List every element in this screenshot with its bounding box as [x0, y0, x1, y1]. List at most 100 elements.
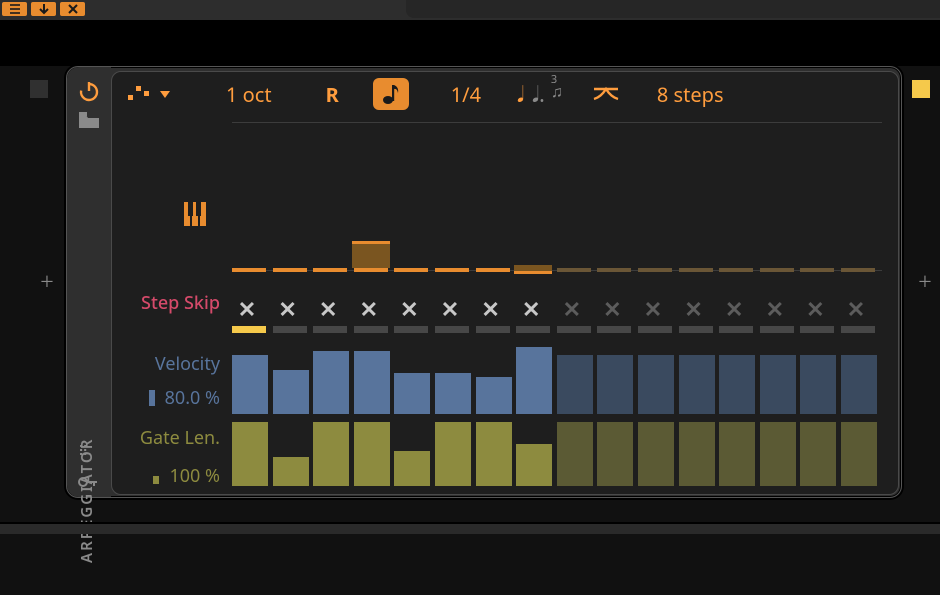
- gate-bar[interactable]: [476, 422, 512, 486]
- gate-label: Gate Len.: [112, 426, 220, 450]
- step-skip-toggle[interactable]: ✕: [559, 296, 585, 322]
- step-skip-toggle[interactable]: ✕: [762, 296, 788, 322]
- gate-bar[interactable]: [394, 451, 430, 486]
- gate-bar[interactable]: [719, 422, 755, 486]
- step-position-segment: [232, 326, 266, 333]
- pitch-step[interactable]: [557, 268, 591, 272]
- arpeggiator-device: ARPEGGIATOR ⠿ 1 oct R 1/4 𝅘: [66, 66, 902, 498]
- velocity-bar[interactable]: [557, 355, 593, 414]
- gate-lane[interactable]: [232, 420, 882, 486]
- velocity-bar[interactable]: [435, 373, 471, 414]
- timing-triplet-icon[interactable]: 3 ♫: [551, 72, 563, 116]
- gate-bar[interactable]: [841, 422, 877, 486]
- add-device-before[interactable]: +: [36, 270, 58, 292]
- lane-labels: Step Skip Velocity 80.0 % Gate Len. 100 …: [112, 72, 222, 494]
- arrow-down-icon-button[interactable]: [31, 2, 56, 16]
- step-skip-toggle[interactable]: ✕: [437, 296, 463, 322]
- velocity-value[interactable]: 80.0 %: [112, 386, 220, 410]
- step-skip-toggle[interactable]: ✕: [843, 296, 869, 322]
- step-skip-toggle[interactable]: ✕: [721, 296, 747, 322]
- pitch-step[interactable]: [354, 268, 388, 272]
- step-position-segment: [394, 326, 428, 333]
- pitch-step[interactable]: [435, 268, 469, 272]
- step-skip-lane[interactable]: ✕ ✕ ✕ ✕ ✕ ✕ ✕ ✕ ✕ ✕ ✕ ✕ ✕ ✕ ✕ ✕: [232, 290, 882, 334]
- step-skip-toggle[interactable]: ✕: [234, 296, 260, 322]
- power-icon[interactable]: [77, 79, 101, 103]
- timing-straight-icon[interactable]: 𝅘𝅥: [517, 79, 524, 109]
- velocity-bar[interactable]: [476, 377, 512, 414]
- gate-bar[interactable]: [760, 422, 796, 486]
- gate-bar[interactable]: [679, 422, 715, 486]
- remote-icon[interactable]: [78, 475, 98, 489]
- velocity-bar[interactable]: [232, 355, 268, 414]
- velocity-bar[interactable]: [516, 347, 552, 414]
- gate-bar[interactable]: [557, 422, 593, 486]
- timing-dotted-icon[interactable]: 𝅘𝅥.: [532, 79, 545, 109]
- velocity-bar[interactable]: [313, 351, 349, 414]
- velocity-bar[interactable]: [760, 355, 796, 414]
- gate-bar[interactable]: [232, 422, 268, 486]
- bottom-bar: [0, 522, 940, 534]
- step-position-segment: [516, 326, 550, 333]
- pitch-step[interactable]: [476, 268, 510, 272]
- pitch-step[interactable]: [841, 268, 875, 272]
- pitch-step[interactable]: [273, 268, 307, 272]
- step-skip-toggle[interactable]: ✕: [518, 296, 544, 322]
- octaves-value[interactable]: 1 oct: [226, 81, 272, 108]
- steps-value[interactable]: 8 steps: [657, 81, 724, 108]
- velocity-bar[interactable]: [597, 355, 633, 414]
- velocity-bar[interactable]: [679, 355, 715, 414]
- gate-bar[interactable]: [313, 422, 349, 486]
- step-skip-toggle[interactable]: ✕: [681, 296, 707, 322]
- velocity-bar[interactable]: [841, 355, 877, 414]
- list-icon-button[interactable]: [2, 2, 27, 16]
- pitch-step[interactable]: [800, 268, 834, 272]
- gate-bar[interactable]: [516, 444, 552, 486]
- step-position-segment: [719, 326, 753, 333]
- velocity-bar[interactable]: [273, 370, 309, 414]
- gate-bar[interactable]: [354, 422, 390, 486]
- velocity-bar[interactable]: [354, 351, 390, 414]
- gate-bar[interactable]: [638, 422, 674, 486]
- gate-value[interactable]: 100 %: [112, 464, 220, 488]
- step-skip-toggle[interactable]: ✕: [315, 296, 341, 322]
- step-skip-toggle[interactable]: ✕: [478, 296, 504, 322]
- add-device-after[interactable]: +: [914, 270, 936, 292]
- step-skip-toggle[interactable]: ✕: [599, 296, 625, 322]
- gate-bar[interactable]: [800, 422, 836, 486]
- pitch-step[interactable]: [232, 268, 266, 272]
- rate-mode-button[interactable]: [373, 78, 409, 110]
- close-icon-button[interactable]: [60, 2, 85, 16]
- retrigger-button[interactable]: R: [326, 81, 339, 108]
- step-position-segment: [800, 326, 834, 333]
- step-skip-toggle[interactable]: ✕: [275, 296, 301, 322]
- pitch-step[interactable]: [313, 268, 347, 272]
- velocity-lane[interactable]: [232, 338, 882, 414]
- step-skip-toggle[interactable]: ✕: [640, 296, 666, 322]
- rate-value[interactable]: 1/4: [451, 81, 481, 108]
- pitch-lane[interactable]: [232, 190, 882, 290]
- gate-bar[interactable]: [273, 457, 309, 486]
- gate-bar[interactable]: [597, 422, 633, 486]
- pitch-step[interactable]: [597, 268, 631, 272]
- step-skip-toggle[interactable]: ✕: [802, 296, 828, 322]
- step-skip-toggle[interactable]: ✕: [396, 296, 422, 322]
- pitch-step[interactable]: [394, 268, 428, 272]
- pitch-step[interactable]: [638, 268, 672, 272]
- step-skip-toggle[interactable]: ✕: [356, 296, 382, 322]
- pitch-step[interactable]: [760, 268, 794, 272]
- folder-icon[interactable]: [78, 111, 100, 129]
- shuffle-icon[interactable]: [593, 85, 619, 103]
- pitch-step[interactable]: [679, 268, 713, 272]
- gate-bar[interactable]: [435, 422, 471, 486]
- velocity-bar[interactable]: [719, 355, 755, 414]
- pitch-offset-bar[interactable]: [514, 265, 552, 274]
- pitch-offset-bar[interactable]: [352, 241, 390, 268]
- grip-icon[interactable]: ⠿: [78, 442, 90, 461]
- velocity-bar[interactable]: [394, 373, 430, 414]
- arp-step-grid: ✕ ✕ ✕ ✕ ✕ ✕ ✕ ✕ ✕ ✕ ✕ ✕ ✕ ✕ ✕ ✕: [232, 122, 888, 487]
- velocity-bar[interactable]: [800, 355, 836, 414]
- pitch-step[interactable]: [719, 268, 753, 272]
- velocity-bar[interactable]: [638, 355, 674, 414]
- app-toolbar: [0, 0, 940, 22]
